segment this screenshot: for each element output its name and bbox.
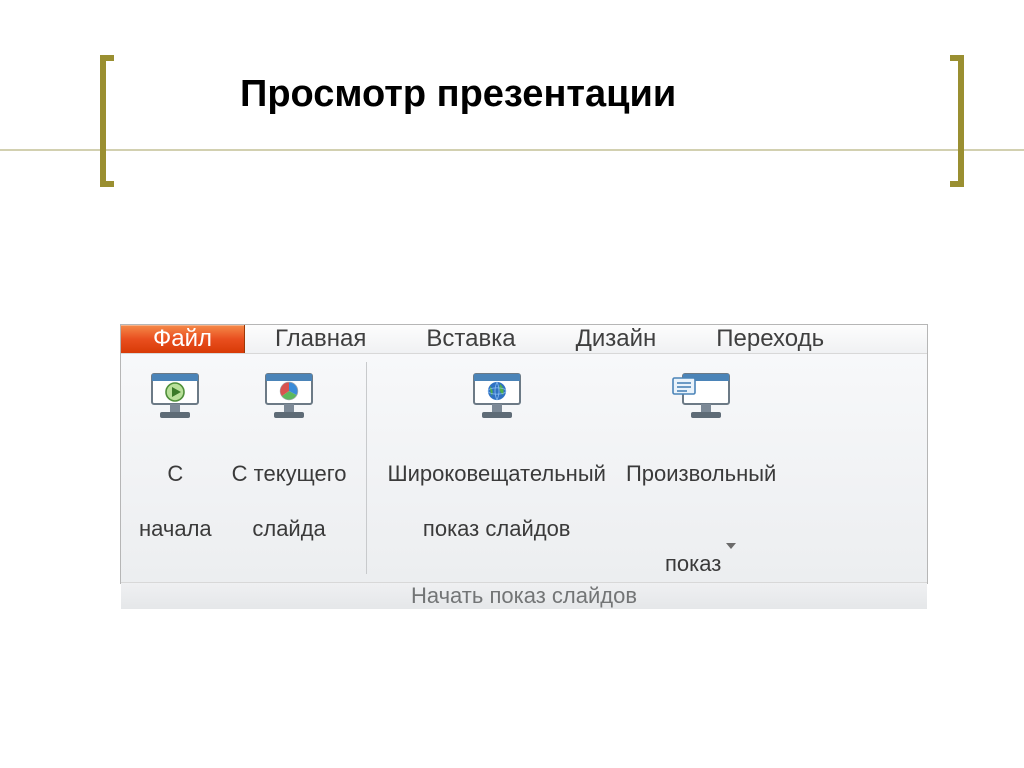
projector-play-icon <box>143 370 207 426</box>
button-group-1: С начала <box>121 354 364 582</box>
tab-transitions[interactable]: Переходь <box>686 325 854 353</box>
projector-list-icon <box>666 370 736 426</box>
ribbon-group-label-text: Начать показ слайдов <box>411 583 637 609</box>
bracket-right <box>950 55 964 187</box>
tab-home[interactable]: Главная <box>245 325 396 353</box>
from-beginning-button[interactable]: С начала <box>129 364 222 582</box>
tab-insert[interactable]: Вставка <box>396 325 545 353</box>
group-separator <box>366 362 367 574</box>
tab-design[interactable]: Дизайн <box>546 325 687 353</box>
slide-title-area: Просмотр презентации <box>0 55 1024 175</box>
title-rule <box>0 149 1024 151</box>
page-title: Просмотр презентации <box>240 73 676 116</box>
projector-globe-icon <box>462 370 532 426</box>
ribbon-panel: Файл Главная Вставка Дизайн Переходь <box>120 324 928 584</box>
ribbon-group-start-slideshow: С начала <box>121 354 927 582</box>
custom-slideshow-button[interactable]: Произвольный показ <box>616 364 786 582</box>
tab-file[interactable]: Файл <box>121 325 245 353</box>
custom-slideshow-label: Произвольный показ <box>626 432 776 578</box>
from-current-slide-label: С текущего слайда <box>232 432 347 542</box>
from-beginning-label: С начала <box>139 432 212 542</box>
ribbon-group-label: Начать показ слайдов <box>121 582 927 609</box>
broadcast-slideshow-label: Широковещательный показ слайдов <box>387 432 605 542</box>
button-group-2: Широковещательный показ слайдов <box>369 354 794 582</box>
chevron-down-icon <box>725 515 737 578</box>
tabs-row: Файл Главная Вставка Дизайн Переходь <box>121 325 927 354</box>
projector-chart-icon <box>257 370 321 426</box>
from-current-slide-button[interactable]: С текущего слайда <box>222 364 357 582</box>
bracket-left <box>100 55 114 187</box>
broadcast-slideshow-button[interactable]: Широковещательный показ слайдов <box>377 364 615 582</box>
